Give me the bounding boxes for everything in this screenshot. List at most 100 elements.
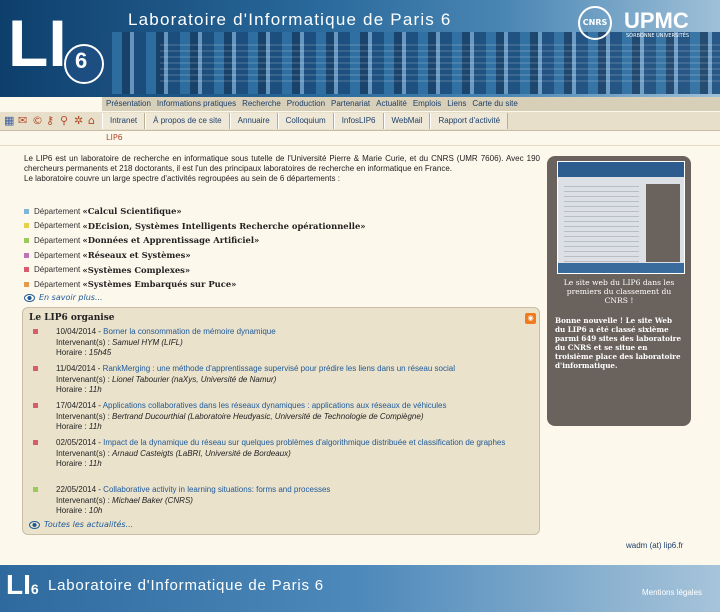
tab-intranet[interactable]: Intranet [102,113,146,129]
bullet-icon [33,440,38,445]
event-time: 15h45 [88,348,112,357]
lip6-logo[interactable]: LI 6 [6,6,104,92]
home-icon[interactable]: ⌂ [88,115,95,127]
footer-logo[interactable]: LI6 [6,569,39,601]
speaker-label: Intervenant(s) : [56,374,110,384]
breadcrumb[interactable]: LIP6 [106,133,123,142]
tab-rapport-activite[interactable]: Rapport d'activité [430,113,509,129]
tab-annuaire[interactable]: Annuaire [229,113,278,129]
event-date: 11/04/2014 - [56,364,101,373]
flag-icon[interactable]: ▦ [4,115,14,127]
tab-infoslip6[interactable]: InfosLIP6 [333,113,384,129]
department-item[interactable]: Département «Systèmes Embarqués sur Puce… [24,277,366,292]
menu-item-actualite[interactable]: Actualité [376,97,407,111]
department-prefix: Département [34,250,81,260]
bullet-icon [24,208,29,214]
eye-icon [29,520,40,529]
contact-email[interactable]: wadm (at) lip6.fr [626,541,683,550]
site-footer: LI6 Laboratoire d'Informatique de Paris … [0,565,720,612]
screenshot-sidebar [646,184,680,262]
department-name[interactable]: «DEcision, Systèmes Intelligents Recherc… [82,221,365,231]
menu-item-liens[interactable]: Liens [447,97,466,111]
department-prefix: Département [34,279,81,289]
intro-text: Le LIP6 est un laboratoire de recherche … [24,154,540,184]
more-link-label: En savoir plus... [39,293,103,302]
department-name[interactable]: «Systèmes Complexes» [82,265,190,275]
menu-item-partenariat[interactable]: Partenariat [331,97,370,111]
menu-item-production[interactable]: Production [287,97,325,111]
bullet-icon [33,329,38,334]
event-date: 22/05/2014 - [56,485,101,494]
event-link[interactable]: Collaborative activity in learning situa… [103,485,330,494]
department-prefix: Département [34,265,81,275]
department-item[interactable]: Département «Réseaux et Systèmes» [24,248,366,263]
department-prefix: Département [34,235,81,245]
department-name[interactable]: «Données et Apprentissage Artificiel» [82,235,259,245]
event-link[interactable]: Applications collaboratives dans les rés… [103,401,447,410]
event-link[interactable]: Impact de la dynamique du réseau sur que… [103,438,505,447]
department-item[interactable]: Département «DEcision, Systèmes Intellig… [24,219,366,234]
time-label: Horaire : [56,348,87,357]
site-title: Laboratoire d'Informatique de Paris 6 [128,10,452,29]
department-prefix: Département [34,221,81,231]
event-time: 11h [88,459,102,468]
tab-webmail[interactable]: WebMail [383,113,431,129]
menu-item-infos-pratiques[interactable]: Informations pratiques [157,97,236,111]
speaker-label: Intervenant(s) : [56,495,110,505]
bullet-icon [24,237,29,243]
event-link[interactable]: Borner la consommation de mémoire dynami… [103,327,276,336]
department-name[interactable]: «Calcul Scientifique» [82,206,181,216]
all-news-link[interactable]: Toutes les actualités... [29,520,133,529]
search-icon[interactable]: ⚲ [60,115,68,127]
email-icon[interactable]: ✉ [18,115,27,127]
website-screenshot[interactable] [557,161,685,274]
event-speaker: Michael Baker (CNRS) [112,495,193,505]
department-item[interactable]: Département «Données et Apprentissage Ar… [24,233,366,248]
key-icon[interactable]: ⚷ [46,115,54,127]
event-item: 10/04/2014 - Borner la consommation de m… [33,327,533,359]
event-time: 11h [88,422,102,431]
department-prefix: Département [34,206,81,216]
more-link[interactable]: En savoir plus... [24,293,103,302]
department-list: Département «Calcul Scientifique» Départ… [24,204,366,292]
speaker-label: Intervenant(s) : [56,448,110,458]
bullet-icon [33,487,38,492]
news-panel: Le site web du LIP6 dans les premiers du… [547,156,691,426]
events-box: Le LIP6 organise ◉ 10/04/2014 - Borner l… [22,307,540,535]
screenshot-content [564,182,639,262]
time-label: Horaire : [56,506,87,515]
logo-number: 6 [75,48,88,73]
event-time: 10h [88,506,103,515]
all-news-label: Toutes les actualités... [44,520,134,529]
event-date: 10/04/2014 - [56,327,101,336]
department-item[interactable]: Département «Systèmes Complexes» [24,262,366,277]
rss-icon[interactable]: ◉ [525,313,536,324]
department-item[interactable]: Département «Calcul Scientifique» [24,204,366,219]
upmc-logo[interactable]: UPMC [624,8,689,34]
department-name[interactable]: «Réseaux et Systèmes» [82,250,190,260]
event-item: 02/05/2014 - Impact de la dynamique du r… [33,438,533,470]
time-label: Horaire : [56,459,87,468]
menu-item-carte-du-site[interactable]: Carte du site [472,97,517,111]
department-name[interactable]: «Systèmes Embarqués sur Puce» [82,279,236,289]
event-link[interactable]: RankMerging : une méthode d'apprentissag… [103,364,455,373]
bullet-icon [24,252,29,258]
copyright-icon[interactable]: © [32,115,43,127]
event-speaker: Samuel HYM (LIFL) [112,337,183,347]
menu-item-recherche[interactable]: Recherche [242,97,281,111]
tab-a-propos[interactable]: À propos de ce site [145,113,230,129]
tab-bar: Intranet À propos de ce site Annuaire Co… [102,113,509,129]
tab-colloquium[interactable]: Colloquium [277,113,334,129]
gear-icon[interactable]: ✲ [74,115,83,127]
event-item: 17/04/2014 - Applications collaboratives… [33,401,533,433]
event-speaker: Arnaud Casteigts (LaBRI, Université de B… [112,448,291,458]
legal-link[interactable]: Mentions légales [642,588,702,597]
menu-item-emplois[interactable]: Emplois [413,97,441,111]
cnrs-logo[interactable]: CNRS [578,6,612,40]
event-item: 22/05/2014 - Collaborative activity in l… [33,485,533,517]
bullet-icon [24,223,29,229]
event-time: 11h [88,385,102,394]
news-caption: Le site web du LIP6 dans les premiers du… [563,278,675,305]
menu-item-presentation[interactable]: Présentation [106,97,151,111]
upmc-logo-subtitle: SORBONNE UNIVERSITÉS [626,33,690,39]
